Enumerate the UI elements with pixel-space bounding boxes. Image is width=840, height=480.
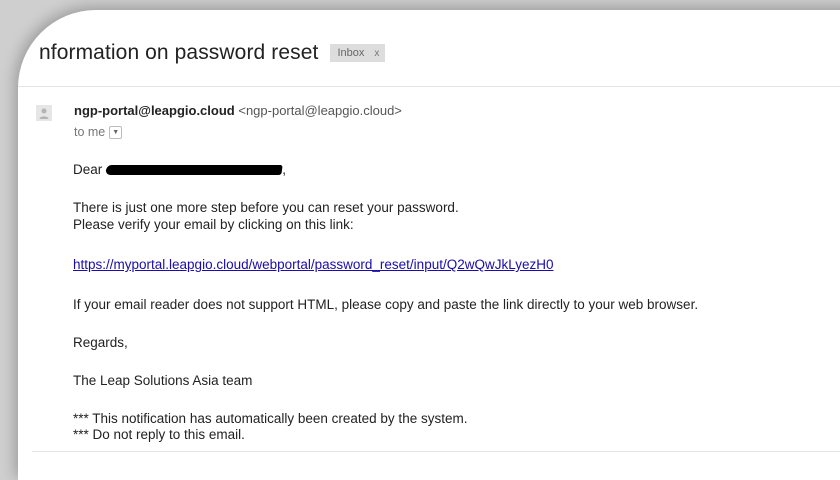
html-note: If your email reader does not support HT… — [73, 297, 699, 312]
sender-name[interactable]: ngp-portal@leapgio.cloud — [74, 103, 235, 118]
greeting: Dear , — [73, 162, 286, 178]
regards-text: Regards, — [73, 335, 128, 350]
redaction-bar — [105, 165, 283, 175]
header-divider — [18, 86, 840, 87]
chevron-down-icon[interactable]: ▼ — [109, 125, 123, 139]
password-reset-link[interactable]: https://myportal.leapgio.cloud/webportal… — [73, 257, 554, 272]
person-icon — [36, 105, 52, 121]
greeting-prefix: Dear — [73, 162, 103, 177]
signature-team: The Leap Solutions Asia team — [73, 373, 253, 388]
recipient-line: to me ▼ — [74, 125, 123, 139]
system-notice-2: *** Do not reply to this email. — [73, 427, 245, 442]
greeting-suffix: , — [282, 162, 287, 177]
system-notice-1: *** This notification has automatically … — [73, 411, 468, 426]
email-subject: nformation on password reset — [39, 41, 319, 64]
body-line-1: There is just one more step before you c… — [73, 200, 459, 215]
footer-divider — [32, 451, 840, 452]
recipient-text: to me — [74, 125, 106, 139]
sender-line: ngp-portal@leapgio.cloud <ngp-portal@lea… — [74, 103, 402, 118]
subject-row: nformation on password reset Inbox x — [18, 38, 840, 68]
sender-email: <ngp-portal@leapgio.cloud> — [238, 103, 402, 118]
inbox-label[interactable]: Inbox x — [330, 44, 386, 62]
inbox-label-text: Inbox — [337, 47, 365, 59]
remove-label-button[interactable]: x — [374, 48, 379, 59]
body-line-2: Please verify your email by clicking on … — [73, 217, 354, 232]
email-view: nformation on password reset Inbox x ngp… — [18, 10, 840, 480]
